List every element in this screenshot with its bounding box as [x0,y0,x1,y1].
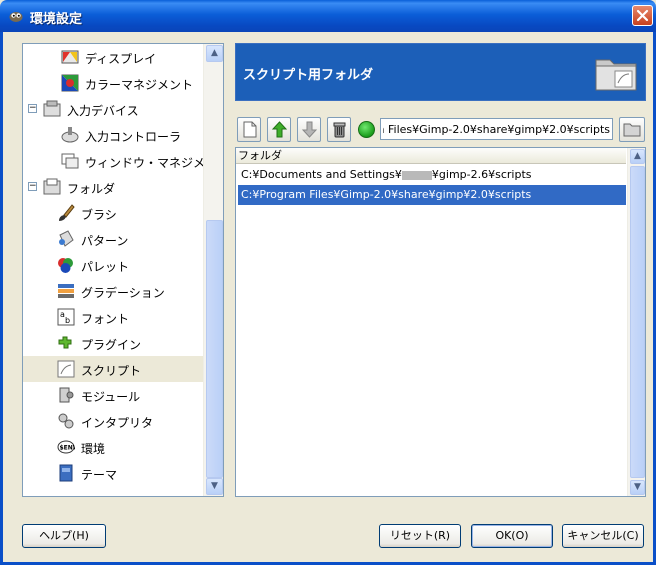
tree-item-input-devices[interactable]: − 入力デバイス [23,96,203,122]
tree-item-folders[interactable]: − フォルダ [23,174,203,200]
tree-expander-icon[interactable]: − [28,104,37,113]
folder-path-input[interactable] [380,118,613,140]
tree-item-label: ブラシ [81,208,117,222]
input-devices-icon [43,100,61,117]
tree-scrollbar[interactable]: ▲ ▼ [203,44,223,496]
folder-open-icon [623,123,641,137]
tree-item-gradient[interactable]: グラデーション [23,278,203,304]
tree-item-color-management[interactable]: カラーマネジメント [23,70,203,96]
svg-text:b: b [65,316,70,325]
tree-item-interpreter[interactable]: インタプリタ [23,408,203,434]
tree-item-module[interactable]: モジュール [23,382,203,408]
cancel-button[interactable]: キャンセル(C) [562,524,644,548]
tree-item-display[interactable]: ディスプレイ [23,44,203,70]
tree-item-label: 環境 [81,442,106,456]
category-tree-items: ディスプレイカラーマネジメント − 入力デバイス入力コントローラウィンドウ・マネジメ… [23,44,223,486]
pattern-icon [59,230,74,247]
tree-scroll-down-button[interactable]: ▼ [206,478,223,495]
tree-item-palette[interactable]: パレット [23,252,203,278]
module-icon [59,387,74,403]
script-icon [57,360,75,378]
environment-icon: $ENV [57,440,76,454]
category-tree[interactable]: ディスプレイカラーマネジメント − 入力デバイス入力コントローラウィンドウ・マネジメ… [22,43,224,497]
tree-item-label: 入力コントローラ [85,130,182,144]
color-management-icon [61,74,79,92]
tree-expander-icon[interactable]: − [28,182,37,191]
folder-path: C:¥Program Files¥Gimp-2.0¥share¥gimp¥2.0… [241,188,532,201]
new-folder-button[interactable] [237,117,261,142]
folder-column-header[interactable]: フォルダ [236,148,626,164]
tree-item-plugin[interactable]: プラグイン [23,330,203,356]
tree-item-label: フォント [81,312,130,326]
tree-item-label: モジュール [81,390,141,404]
tree-item-label: テーマ [81,468,118,482]
page-title: スクリプト用フォルダ [243,68,374,83]
tree-item-font[interactable]: a b フォント [23,304,203,330]
gradient-icon [58,284,74,298]
tree-item-label: パターン [81,234,129,248]
window-frame-left [0,32,3,565]
window-title: 環境設定 [30,12,83,27]
folder-list[interactable]: フォルダ C:¥Documents and Settings¥ ¥gimp-2.6… [235,147,646,497]
new-document-icon [243,121,257,138]
tree-item-label: スクリプト [81,364,142,378]
tree-item-environment[interactable]: $ENV 環境 [23,434,203,460]
move-down-button[interactable] [297,117,321,142]
tree-item-theme[interactable]: テーマ [23,460,203,486]
status-indicator-icon [358,121,375,138]
tree-item-label: グラデーション [81,286,165,300]
script-folder-icon [595,59,637,91]
close-icon [636,9,649,22]
preferences-window: 環境設定 ディスプレイカラーマネジメント − 入力デバイス入力コントローラウィンドウ… [0,0,656,565]
tree-item-pattern[interactable]: パターン [23,226,203,252]
tree-item-brush[interactable]: ブラシ [23,200,203,226]
svg-text:$ENV: $ENV [60,445,76,452]
palette-icon [58,258,73,273]
help-button[interactable]: ヘルプ(H) [22,524,106,548]
plugin-icon [58,336,72,349]
window-management-icon [61,153,79,169]
folders-icon [43,178,61,195]
arrow-up-icon [271,121,288,138]
page-header: スクリプト用フォルダ [235,43,646,101]
browse-folder-button[interactable] [619,117,645,142]
tree-item-label: カラーマネジメント [85,78,194,92]
tree-item-label: パレット [81,260,130,274]
tree-item-input-controller[interactable]: 入力コントローラ [23,122,203,148]
ok-button[interactable]: OK(O) [471,524,553,548]
theme-icon [59,464,73,482]
tree-item-label: 入力デバイス [67,104,139,118]
tree-item-label: フォルダ [67,182,116,196]
delete-button[interactable] [327,117,351,142]
tree-scroll-up-button[interactable]: ▲ [206,45,223,62]
font-icon: ab [57,308,75,326]
tree-scroll-thumb[interactable] [206,220,223,478]
tree-item-label: ディスプレイ [85,52,157,66]
redacted-username [401,170,432,180]
tree-item-label: プラグイン [81,338,142,352]
reset-button[interactable]: リセット(R) [379,524,461,548]
list-scroll-up-button[interactable]: ▲ [630,149,645,164]
folder-list-row[interactable]: C:¥Documents and Settings¥ ¥gimp-2.6¥scri… [238,165,626,185]
input-controller-icon [61,127,79,143]
folder-path-suffix: ¥gimp-2.6¥scripts [431,168,532,181]
close-button[interactable] [632,5,653,26]
move-up-button[interactable] [267,117,291,142]
folder-path-prefix: C:¥Documents and Settings¥ [241,168,402,181]
brush-icon [59,204,75,221]
title-bar[interactable]: 環境設定 [0,0,656,32]
tree-item-script[interactable]: スクリプト [23,356,203,382]
list-scrollbar[interactable]: ▲ ▼ [627,148,645,496]
tree-item-window-management[interactable]: ウィンドウ・マネジメント [23,148,223,174]
tree-item-label: インタプリタ [81,416,154,430]
display-icon [61,50,79,64]
list-scroll-down-button[interactable]: ▼ [630,480,645,495]
interpreter-icon [58,413,74,429]
trash-icon [333,122,346,138]
arrow-down-icon [301,121,318,138]
folder-list-row-selected[interactable]: C:¥Program Files¥Gimp-2.0¥share¥gimp¥2.0… [238,185,626,205]
list-scroll-thumb[interactable] [630,166,645,478]
gimp-icon [9,12,23,22]
